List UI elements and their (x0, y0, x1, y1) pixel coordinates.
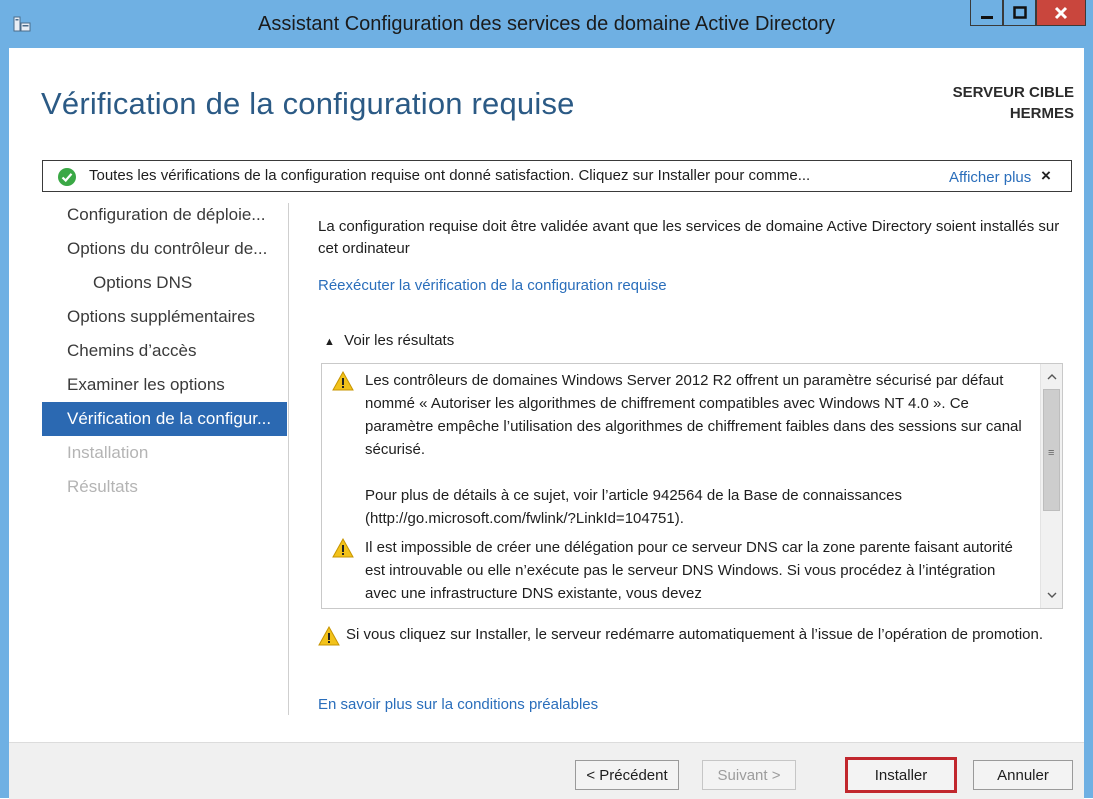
title-bar[interactable]: Assistant Configuration des services de … (0, 0, 1093, 48)
target-server: SERVEUR CIBLE HERMES (953, 82, 1074, 124)
maximize-button[interactable] (1003, 0, 1036, 26)
wizard-content: Vérification de la configuration requise… (9, 48, 1084, 799)
result-paragraph: Pour plus de détails à ce sujet, voir l’… (365, 487, 902, 527)
check-circle-icon (58, 168, 76, 186)
next-button: Suivant > (702, 760, 796, 790)
cancel-button[interactable]: Annuler (973, 760, 1073, 790)
window-frame-left (0, 0, 9, 798)
wizard-nav: Configuration de déploie... Options du c… (42, 198, 287, 504)
nav-item-review-options[interactable]: Examiner les options (42, 368, 287, 402)
nav-item-domain-controller-options[interactable]: Options du contrôleur de... (42, 232, 287, 266)
scroll-down-icon[interactable] (1045, 588, 1059, 602)
install-button[interactable]: Installer (845, 757, 957, 793)
result-text: Les contrôleurs de domaines Windows Serv… (365, 369, 1030, 530)
dismiss-notice-button[interactable]: × (1041, 166, 1051, 186)
target-label: SERVEUR CIBLE (952, 84, 1074, 101)
result-paragraph: Les contrôleurs de domaines Windows Serv… (365, 372, 1022, 458)
minimize-icon (980, 15, 993, 19)
results-scrollbar[interactable]: ≡ (1040, 364, 1062, 608)
warning-icon (332, 371, 354, 391)
warning-icon (332, 538, 354, 558)
close-icon (1054, 6, 1068, 19)
close-button[interactable] (1036, 0, 1086, 26)
show-more-link[interactable]: Afficher plus (949, 169, 1031, 186)
restart-warning-text: Si vous cliquez sur Installer, le serveu… (346, 626, 1044, 643)
nav-item-deployment-configuration[interactable]: Configuration de déploie... (42, 198, 287, 232)
wizard-footer: < Précédent Suivant > Installer Annuler (9, 742, 1084, 799)
window-title: Assistant Configuration des services de … (258, 13, 835, 35)
results-list[interactable]: Les contrôleurs de domaines Windows Serv… (321, 363, 1063, 609)
prerequisites-description: La configuration requise doit être valid… (318, 218, 1060, 257)
grip-icon: ≡ (1048, 447, 1055, 459)
window-frame-right (1084, 0, 1093, 798)
nav-item-installation: Installation (67, 443, 149, 462)
page-title: Vérification de la configuration requise (41, 86, 575, 121)
validation-notice: Toutes les vérifications de la configura… (42, 160, 1072, 192)
main-panel: La configuration requise doit être valid… (318, 216, 1078, 713)
view-results-label: Voir les résultats (344, 332, 455, 349)
maximize-icon (1012, 5, 1027, 19)
scroll-up-icon[interactable] (1045, 370, 1059, 384)
nav-item-paths[interactable]: Chemins d’accès (42, 334, 287, 368)
nav-divider (288, 203, 289, 715)
result-text: Il est impossible de créer une délégatio… (365, 536, 1030, 605)
nav-item-dns-options[interactable]: Options DNS (42, 266, 287, 300)
previous-button[interactable]: < Précédent (575, 760, 679, 790)
nav-item-additional-options[interactable]: Options supplémentaires (42, 300, 287, 334)
scrollbar-thumb[interactable]: ≡ (1043, 389, 1060, 511)
learn-more-prerequisites-link[interactable]: En savoir plus sur la conditions préalab… (318, 696, 598, 713)
warning-icon (318, 626, 340, 646)
view-results-toggle[interactable]: ▲ Voir les résultats (324, 332, 454, 349)
nav-item-prerequisites-check[interactable]: Vérification de la configur... (42, 402, 287, 436)
chevron-up-icon: ▲ (324, 336, 335, 348)
rerun-prerequisites-link[interactable]: Réexécuter la vérification de la configu… (318, 277, 667, 294)
nav-item-results: Résultats (67, 477, 138, 496)
notice-message: Toutes les vérifications de la configura… (89, 167, 811, 184)
target-server-name: HERMES (1009, 105, 1074, 122)
result-paragraph: Il est impossible de créer une délégatio… (365, 539, 1013, 602)
minimize-button[interactable] (970, 0, 1003, 26)
